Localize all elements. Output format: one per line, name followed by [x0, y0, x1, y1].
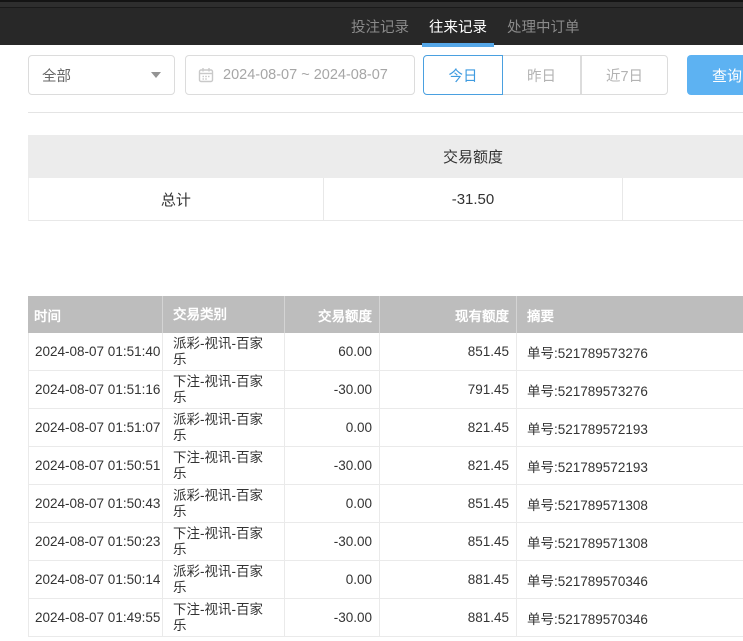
column-header-time: 时间 [28, 296, 163, 333]
date-range-value: 2024-08-07 ~ 2024-08-07 [223, 67, 388, 83]
table-row: 2024-08-07 01:50:23下注-视讯-百家乐-30.00851.45… [28, 523, 743, 561]
caret-down-icon [151, 72, 161, 78]
cell-type: 下注-视讯-百家乐 [163, 371, 285, 408]
column-header-summary: 摘要 [517, 296, 743, 333]
tab-processing-orders[interactable]: 处理中订单 [500, 10, 587, 47]
filter-bar: 全部 2024-08-07 ~ 2024-08-07 今日昨日近7日 查询 [28, 55, 743, 95]
cell-amount: 0.00 [285, 409, 380, 446]
table-row: 2024-08-07 01:50:43派彩-视讯-百家乐0.00851.45单号… [28, 485, 743, 523]
column-header-balance: 现有额度 [380, 296, 517, 333]
cell-amount: 0.00 [285, 485, 380, 522]
summary-table: 交易额度 总计 -31.50 [28, 135, 743, 221]
cell-balance: 881.45 [380, 599, 517, 636]
nav-tabs: 投注记录往来记录处理中订单 [344, 10, 593, 47]
cell-time: 2024-08-07 01:49:55 [28, 599, 163, 636]
cell-time: 2024-08-07 01:50:43 [28, 485, 163, 522]
top-nav-bar: 投注记录往来记录处理中订单 [0, 0, 743, 45]
summary-total-amount: -31.50 [324, 178, 624, 220]
summary-header-amount: 交易额度 [323, 135, 623, 178]
transaction-type-select[interactable]: 全部 [28, 55, 175, 95]
transaction-type-value: 全部 [42, 65, 71, 86]
cell-balance: 851.45 [380, 333, 517, 370]
cell-summary: 单号:521789573276 [517, 333, 743, 370]
table-body: 2024-08-07 01:51:40派彩-视讯-百家乐60.00851.45单… [28, 333, 743, 637]
cell-summary: 单号:521789570346 [517, 599, 743, 636]
table-row: 2024-08-07 01:51:07派彩-视讯-百家乐0.00821.45单号… [28, 409, 743, 447]
cell-amount: -30.00 [285, 599, 380, 636]
quick-filter-today[interactable]: 今日 [423, 55, 503, 95]
cell-type: 下注-视讯-百家乐 [163, 599, 285, 636]
date-range-input[interactable]: 2024-08-07 ~ 2024-08-07 [185, 55, 415, 95]
cell-balance: 791.45 [380, 371, 517, 408]
cell-summary: 单号:521789571308 [517, 523, 743, 560]
cell-type: 派彩-视讯-百家乐 [163, 409, 285, 446]
cell-summary: 单号:521789573276 [517, 371, 743, 408]
cell-summary: 单号:521789571308 [517, 485, 743, 522]
cell-time: 2024-08-07 01:50:23 [28, 523, 163, 560]
cell-time: 2024-08-07 01:50:14 [28, 561, 163, 598]
cell-balance: 851.45 [380, 523, 517, 560]
nav-top-strip [0, 2, 743, 8]
transactions-table: 时间交易类别交易额度现有额度摘要 2024-08-07 01:51:40派彩-视… [28, 296, 743, 637]
cell-time: 2024-08-07 01:51:07 [28, 409, 163, 446]
search-button[interactable]: 查询 [687, 55, 743, 95]
cell-time: 2024-08-07 01:51:16 [28, 371, 163, 408]
quick-filter-yesterday[interactable]: 昨日 [503, 55, 581, 95]
calendar-icon [198, 67, 214, 83]
tab-betting-records[interactable]: 投注记录 [344, 10, 416, 47]
cell-amount: 60.00 [285, 333, 380, 370]
cell-amount: 0.00 [285, 561, 380, 598]
quick-filter-group: 今日昨日近7日 [423, 55, 668, 95]
cell-summary: 单号:521789572193 [517, 409, 743, 446]
cell-time: 2024-08-07 01:50:51 [28, 447, 163, 484]
quick-filter-last7days[interactable]: 近7日 [581, 55, 668, 95]
summary-total-extra [623, 178, 743, 220]
cell-type: 下注-视讯-百家乐 [163, 523, 285, 560]
table-header-row: 时间交易类别交易额度现有额度摘要 [28, 296, 743, 333]
summary-header-extra [623, 135, 743, 178]
summary-header-empty [28, 135, 323, 178]
table-row: 2024-08-07 01:50:14派彩-视讯-百家乐0.00881.45单号… [28, 561, 743, 599]
cell-balance: 881.45 [380, 561, 517, 598]
section-divider [28, 112, 743, 113]
cell-type: 派彩-视讯-百家乐 [163, 485, 285, 522]
table-row: 2024-08-07 01:50:51下注-视讯-百家乐-30.00821.45… [28, 447, 743, 485]
cell-type: 下注-视讯-百家乐 [163, 447, 285, 484]
summary-header-row: 交易额度 [28, 135, 743, 178]
cell-balance: 821.45 [380, 409, 517, 446]
column-header-type: 交易类别 [163, 296, 285, 333]
cell-type: 派彩-视讯-百家乐 [163, 333, 285, 370]
table-row: 2024-08-07 01:51:16下注-视讯-百家乐-30.00791.45… [28, 371, 743, 409]
table-row: 2024-08-07 01:51:40派彩-视讯-百家乐60.00851.45单… [28, 333, 743, 371]
cell-amount: -30.00 [285, 523, 380, 560]
cell-summary: 单号:521789572193 [517, 447, 743, 484]
summary-total-row: 总计 -31.50 [28, 178, 743, 221]
cell-balance: 821.45 [380, 447, 517, 484]
cell-type: 派彩-视讯-百家乐 [163, 561, 285, 598]
cell-amount: -30.00 [285, 371, 380, 408]
cell-balance: 851.45 [380, 485, 517, 522]
cell-amount: -30.00 [285, 447, 380, 484]
summary-total-label: 总计 [29, 178, 324, 220]
cell-summary: 单号:521789570346 [517, 561, 743, 598]
column-header-amount: 交易额度 [285, 296, 380, 333]
cell-time: 2024-08-07 01:51:40 [28, 333, 163, 370]
table-row: 2024-08-07 01:49:55下注-视讯-百家乐-30.00881.45… [28, 599, 743, 637]
tab-transaction-records[interactable]: 往来记录 [422, 10, 494, 47]
